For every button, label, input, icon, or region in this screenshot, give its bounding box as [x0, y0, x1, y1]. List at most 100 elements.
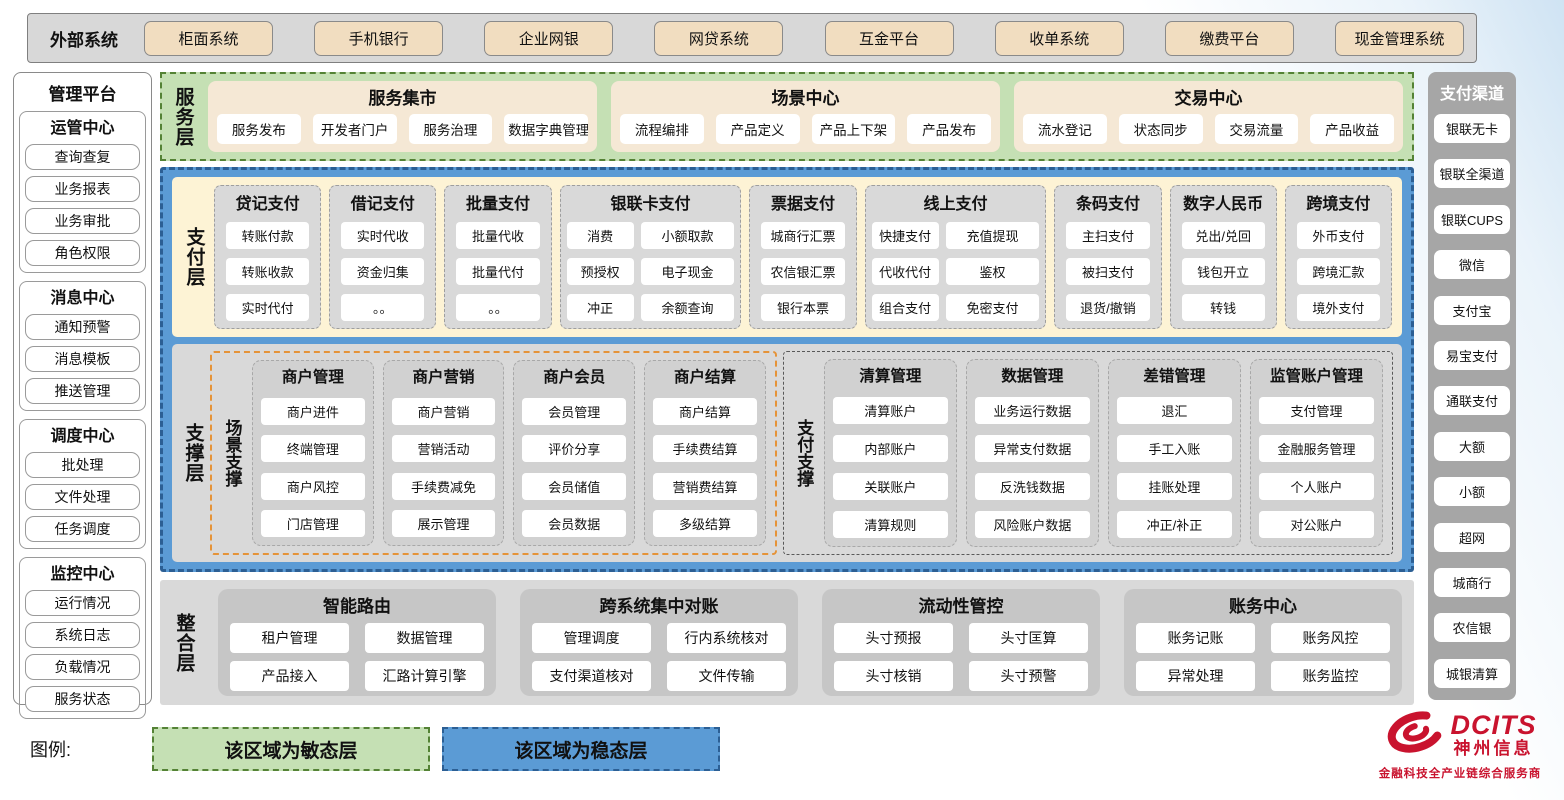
payment-channel-button[interactable]: 超网 [1434, 523, 1510, 552]
support-item-button[interactable]: 业务运行数据 [975, 397, 1090, 424]
management-item-button[interactable]: 消息模板 [25, 346, 140, 372]
support-item-button[interactable]: 商户结算 [653, 398, 757, 425]
service-item-button[interactable]: 产品定义 [716, 114, 800, 144]
payment-item-button[interactable]: 。。 [341, 294, 424, 321]
support-item-button[interactable]: 商户进件 [261, 398, 365, 425]
payment-item-button[interactable]: 代收代付 [872, 258, 939, 285]
integration-item-button[interactable]: 账务记账 [1136, 623, 1255, 653]
payment-item-button[interactable]: 余额查询 [641, 294, 735, 321]
external-system-button[interactable]: 收单系统 [995, 21, 1124, 56]
support-item-button[interactable]: 终端管理 [261, 435, 365, 462]
management-item-button[interactable]: 推送管理 [25, 378, 140, 404]
support-item-button[interactable]: 手续费减免 [392, 473, 496, 500]
service-item-button[interactable]: 服务发布 [217, 114, 301, 144]
payment-channel-button[interactable]: 银联全渠道 [1434, 159, 1510, 188]
management-item-button[interactable]: 业务报表 [25, 176, 140, 202]
payment-channel-button[interactable]: 通联支付 [1434, 386, 1510, 415]
integration-item-button[interactable]: 头寸核销 [834, 661, 953, 691]
payment-item-button[interactable]: 被扫支付 [1066, 258, 1149, 285]
integration-item-button[interactable]: 头寸匡算 [969, 623, 1088, 653]
external-system-button[interactable]: 网贷系统 [654, 21, 783, 56]
management-item-button[interactable]: 通知预警 [25, 314, 140, 340]
payment-channel-button[interactable]: 农信银 [1434, 613, 1510, 642]
payment-channel-button[interactable]: 微信 [1434, 250, 1510, 279]
support-item-button[interactable]: 评价分享 [522, 435, 626, 462]
support-item-button[interactable]: 支付管理 [1259, 397, 1374, 424]
payment-item-button[interactable]: 转钱 [1182, 294, 1265, 321]
payment-item-button[interactable]: 消费 [567, 222, 634, 249]
payment-item-button[interactable]: 组合支付 [872, 294, 939, 321]
support-item-button[interactable]: 异常支付数据 [975, 435, 1090, 462]
management-item-button[interactable]: 服务状态 [25, 686, 140, 712]
support-item-button[interactable]: 反洗钱数据 [975, 473, 1090, 500]
support-item-button[interactable]: 内部账户 [833, 435, 948, 462]
support-item-button[interactable]: 挂账处理 [1117, 473, 1232, 500]
support-item-button[interactable]: 关联账户 [833, 473, 948, 500]
payment-item-button[interactable]: 免密支付 [946, 294, 1040, 321]
support-item-button[interactable]: 会员管理 [522, 398, 626, 425]
payment-channel-button[interactable]: 城商行 [1434, 568, 1510, 597]
service-item-button[interactable]: 流水登记 [1023, 114, 1107, 144]
payment-item-button[interactable]: 农信银汇票 [761, 258, 844, 285]
service-item-button[interactable]: 产品上下架 [812, 114, 896, 144]
payment-item-button[interactable]: 转账付款 [226, 222, 309, 249]
support-item-button[interactable]: 展示管理 [392, 510, 496, 537]
external-system-button[interactable]: 现金管理系统 [1335, 21, 1464, 56]
payment-item-button[interactable]: 钱包开立 [1182, 258, 1265, 285]
integration-item-button[interactable]: 账务监控 [1271, 661, 1390, 691]
payment-item-button[interactable]: 实时代收 [341, 222, 424, 249]
payment-item-button[interactable]: 小额取款 [641, 222, 735, 249]
payment-item-button[interactable]: 主扫支付 [1066, 222, 1149, 249]
integration-item-button[interactable]: 产品接入 [230, 661, 349, 691]
support-item-button[interactable]: 对公账户 [1259, 511, 1374, 538]
management-item-button[interactable]: 角色权限 [25, 240, 140, 266]
service-item-button[interactable]: 交易流量 [1215, 114, 1299, 144]
support-item-button[interactable]: 手续费结算 [653, 435, 757, 462]
management-item-button[interactable]: 任务调度 [25, 516, 140, 542]
external-system-button[interactable]: 手机银行 [314, 21, 443, 56]
payment-item-button[interactable]: 。。 [456, 294, 539, 321]
support-item-button[interactable]: 退汇 [1117, 397, 1232, 424]
external-system-button[interactable]: 缴费平台 [1165, 21, 1294, 56]
integration-item-button[interactable]: 头寸预警 [969, 661, 1088, 691]
payment-item-button[interactable]: 冲正 [567, 294, 634, 321]
payment-item-button[interactable]: 转账收款 [226, 258, 309, 285]
service-item-button[interactable]: 数据字典管理 [504, 114, 588, 144]
payment-channel-button[interactable]: 银联CUPS [1434, 205, 1510, 234]
integration-item-button[interactable]: 管理调度 [532, 623, 651, 653]
support-item-button[interactable]: 营销费结算 [653, 473, 757, 500]
payment-item-button[interactable]: 城商行汇票 [761, 222, 844, 249]
payment-channel-button[interactable]: 大额 [1434, 432, 1510, 461]
support-item-button[interactable]: 手工入账 [1117, 435, 1232, 462]
payment-item-button[interactable]: 快捷支付 [872, 222, 939, 249]
service-item-button[interactable]: 流程编排 [620, 114, 704, 144]
management-item-button[interactable]: 负载情况 [25, 654, 140, 680]
payment-item-button[interactable]: 退货/撤销 [1066, 294, 1149, 321]
management-item-button[interactable]: 业务审批 [25, 208, 140, 234]
management-item-button[interactable]: 运行情况 [25, 590, 140, 616]
support-item-button[interactable]: 会员数据 [522, 510, 626, 537]
support-item-button[interactable]: 营销活动 [392, 435, 496, 462]
payment-channel-button[interactable]: 易宝支付 [1434, 341, 1510, 370]
service-item-button[interactable]: 服务治理 [409, 114, 493, 144]
integration-item-button[interactable]: 异常处理 [1136, 661, 1255, 691]
external-system-button[interactable]: 企业网银 [484, 21, 613, 56]
integration-item-button[interactable]: 账务风控 [1271, 623, 1390, 653]
external-system-button[interactable]: 柜面系统 [144, 21, 273, 56]
support-item-button[interactable]: 金融服务管理 [1259, 435, 1374, 462]
payment-item-button[interactable]: 充值提现 [946, 222, 1040, 249]
support-item-button[interactable]: 清算规则 [833, 511, 948, 538]
support-item-button[interactable]: 冲正/补正 [1117, 511, 1232, 538]
integration-item-button[interactable]: 文件传输 [667, 661, 786, 691]
service-item-button[interactable]: 状态同步 [1119, 114, 1203, 144]
payment-item-button[interactable]: 实时代付 [226, 294, 309, 321]
support-item-button[interactable]: 风险账户数据 [975, 511, 1090, 538]
payment-item-button[interactable]: 资金归集 [341, 258, 424, 285]
management-item-button[interactable]: 系统日志 [25, 622, 140, 648]
support-item-button[interactable]: 个人账户 [1259, 473, 1374, 500]
payment-item-button[interactable]: 兑出/兑回 [1182, 222, 1265, 249]
payment-item-button[interactable]: 银行本票 [761, 294, 844, 321]
payment-item-button[interactable]: 外币支付 [1297, 222, 1380, 249]
integration-item-button[interactable]: 汇路计算引擎 [365, 661, 484, 691]
payment-item-button[interactable]: 预授权 [567, 258, 634, 285]
